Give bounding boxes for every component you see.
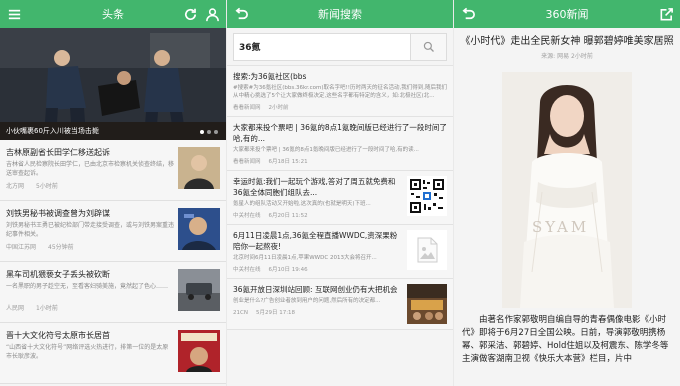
result-summary: 大家都来投个票吧 | 36氪的8点1氪晚间版已经进行了一段时间了哈,有的读...	[233, 147, 419, 153]
result-title: 36氪开放日深圳站回顾: 互联网创业仍有大把机会	[233, 285, 398, 294]
result-thumbnail	[407, 230, 447, 270]
result-time: 6月20日 11:52	[268, 213, 308, 219]
result-time: 6月10日 19:46	[268, 267, 308, 273]
news-summary: 吉林省人民检察院长田学仁，已由北京市检察机关侦查终结，移送审查起诉。	[6, 161, 174, 177]
hero-caption: 小伙嘴裹60斤入川被当场击毙	[0, 122, 226, 140]
top-bar: 360新闻	[454, 0, 680, 28]
news-list-item[interactable]: 吉林原副省长田学仁移送起诉 吉林省人民检察院长田学仁，已由北京市检察机关侦查终结…	[0, 140, 226, 201]
search-button[interactable]	[411, 32, 447, 61]
menu-icon[interactable]	[2, 0, 26, 28]
result-title: 6月11日凌晨1点,36氪全程直播WWDC,资深果粉陪你一起熬夜!	[233, 231, 398, 251]
news-list-item[interactable]: 黑车司机猥亵女子丢头被砍断 一名黑职的男子趁空无，至看客妇骑美施，竟然起了色心……	[0, 262, 226, 323]
screen-news-search: 新闻搜索 36氪 搜索:为36氪社区(bbs #搜索#为36氪社区(bbs.36…	[227, 0, 453, 386]
result-summary: #搜索#为36氪社区(bbs.36kr.com)取名字吧!!历时两天的征名活动,…	[233, 85, 447, 99]
page-title: 头条	[102, 8, 124, 21]
news-thumbnail	[178, 208, 220, 250]
result-source: 中关村在线	[233, 267, 261, 273]
search-result-item[interactable]: 幸运时氪:我们一起玩个游戏,答对了周五就免费和36氪全体同胞们组队去... 氪星…	[227, 171, 453, 225]
search-bar: 36氪	[227, 28, 453, 66]
carousel-dot[interactable]	[214, 130, 218, 134]
search-result-item[interactable]: 搜索:为36氪社区(bbs #搜索#为36氪社区(bbs.36kr.com)取名…	[227, 66, 453, 117]
news-title: 刘铁男秘书被调查曾为刘辟谋	[6, 209, 110, 218]
news-summary: 一名黑职的男子趁空无，至看客妇骑美施，竟然起了色心……	[6, 283, 169, 290]
event-photo	[407, 284, 447, 324]
share-icon[interactable]	[654, 0, 678, 28]
news-time: 45分钟前	[48, 244, 74, 251]
news-thumbnail	[178, 330, 220, 372]
image-placeholder-icon	[417, 237, 438, 263]
page-title: 360新闻	[545, 8, 589, 21]
article-meta: 来源: 网易 2小时前	[541, 53, 593, 60]
news-time: 5小时前	[36, 183, 58, 190]
result-thumbnail	[407, 284, 447, 324]
search-input[interactable]: 36氪	[233, 32, 411, 61]
article-title: 《小时代》走出全民新女神 曝郭碧婷唯美家居照	[460, 36, 674, 47]
result-summary: 创业是什么?广告创业者放到用户的问题,然后所有的决定都...	[233, 298, 381, 304]
news-source: 北方网	[6, 183, 25, 190]
portrait-photo	[502, 72, 632, 308]
page-title: 新闻搜索	[318, 8, 362, 21]
photo-watermark: SYAM	[532, 218, 590, 236]
top-bar: 头条	[0, 0, 226, 28]
search-result-item[interactable]: 大家都来投个票吧 | 36氪的8点1氪晚间版已经进行了一段时间了哈,有的... …	[227, 117, 453, 171]
screen-headlines: 头条 小伙嘴裹60斤入川被当场击毙 吉林原副省长田学仁移送起诉 吉林省人民检察院…	[0, 0, 226, 386]
carousel-indicator	[200, 130, 218, 134]
news-summary: “山西省十大文化符号”网络评选火热进行，排第一位的是太原市长耿彦波。	[6, 344, 169, 360]
result-source: 看看新闻网	[233, 159, 261, 165]
back-icon[interactable]	[229, 0, 253, 28]
screen-360-news: 360新闻 《小时代》走出全民新女神 曝郭碧婷唯美家居照 来源: 网易 2小时前…	[454, 0, 680, 386]
hero-image[interactable]: 小伙嘴裹60斤入川被当场击毙	[0, 28, 226, 140]
result-source: 21CN	[233, 310, 248, 316]
back-icon[interactable]	[456, 0, 480, 28]
result-source: 中关村在线	[233, 213, 261, 219]
news-thumbnail	[178, 147, 220, 189]
result-source: 看看新闻网	[233, 105, 261, 111]
news-time: 1小时前	[36, 305, 58, 312]
carousel-dot[interactable]	[207, 130, 211, 134]
result-title: 大家都来投个票吧 | 36氪的8点1氪晚间版已经进行了一段时间了哈,有的...	[233, 123, 447, 143]
user-icon[interactable]	[200, 0, 224, 28]
article-body: 由著名作家郭敬明自编自导的青春偶像电影《小时代》即将于6月27日全国公映。日前，…	[462, 315, 669, 364]
result-time: 5月29日 17:18	[255, 310, 296, 316]
result-time: 2小时前	[268, 105, 289, 111]
article-image[interactable]: SYAM	[502, 72, 632, 308]
qr-code-icon	[408, 177, 446, 215]
news-source: 中国江苏网	[6, 244, 37, 251]
screens-row: 头条 小伙嘴裹60斤入川被当场击毙 吉林原副省长田学仁移送起诉 吉林省人民检察院…	[0, 0, 680, 386]
news-title: 吉林原副省长田学仁移送起诉	[6, 148, 110, 157]
result-time: 6月18日 15:21	[268, 159, 308, 165]
search-icon	[423, 41, 434, 52]
search-result-item[interactable]: 36氪开放日深圳站回顾: 互联网创业仍有大把机会 创业是什么?广告创业者放到用户…	[227, 279, 453, 330]
news-list-item[interactable]: 晋十大文化符号太原市长居首 “山西省十大文化符号”网络评选火热进行，排第一位的是…	[0, 323, 226, 384]
search-result-item[interactable]: 6月11日凌晨1点,36氪全程直播WWDC,资深果粉陪你一起熬夜! 北京时间6月…	[227, 225, 453, 279]
news-source: 人民网	[6, 305, 25, 312]
result-summary: 氪星人的组队活动又开始啦,这次真的(也就是明天)下班...	[233, 201, 371, 207]
news-list-item[interactable]: 刘铁男秘书被调查曾为刘辟谋 刘铁男秘书王勇已被纪检部门带走接受调查，或与刘铁男案…	[0, 201, 226, 262]
news-summary: 刘铁男秘书王勇已被纪检部门带走接受调查，或与刘铁男案重违纪事件相关。	[6, 222, 174, 238]
result-title: 搜索:为36氪社区(bbs	[233, 72, 307, 81]
top-bar: 新闻搜索	[227, 0, 453, 28]
result-thumbnail	[407, 176, 447, 216]
carousel-dot[interactable]	[200, 130, 204, 134]
refresh-icon[interactable]	[178, 0, 202, 28]
news-title: 晋十大文化符号太原市长居首	[6, 331, 110, 340]
news-thumbnail	[178, 269, 220, 311]
news-title: 黑车司机猥亵女子丢头被砍断	[6, 270, 110, 279]
result-title: 幸运时氪:我们一起玩个游戏,答对了周五就免费和36氪全体同胞们组队去...	[233, 177, 396, 197]
result-summary: 北京时间6月11日凌晨1点,苹果WWDC 2013大会将召开...	[233, 255, 377, 261]
